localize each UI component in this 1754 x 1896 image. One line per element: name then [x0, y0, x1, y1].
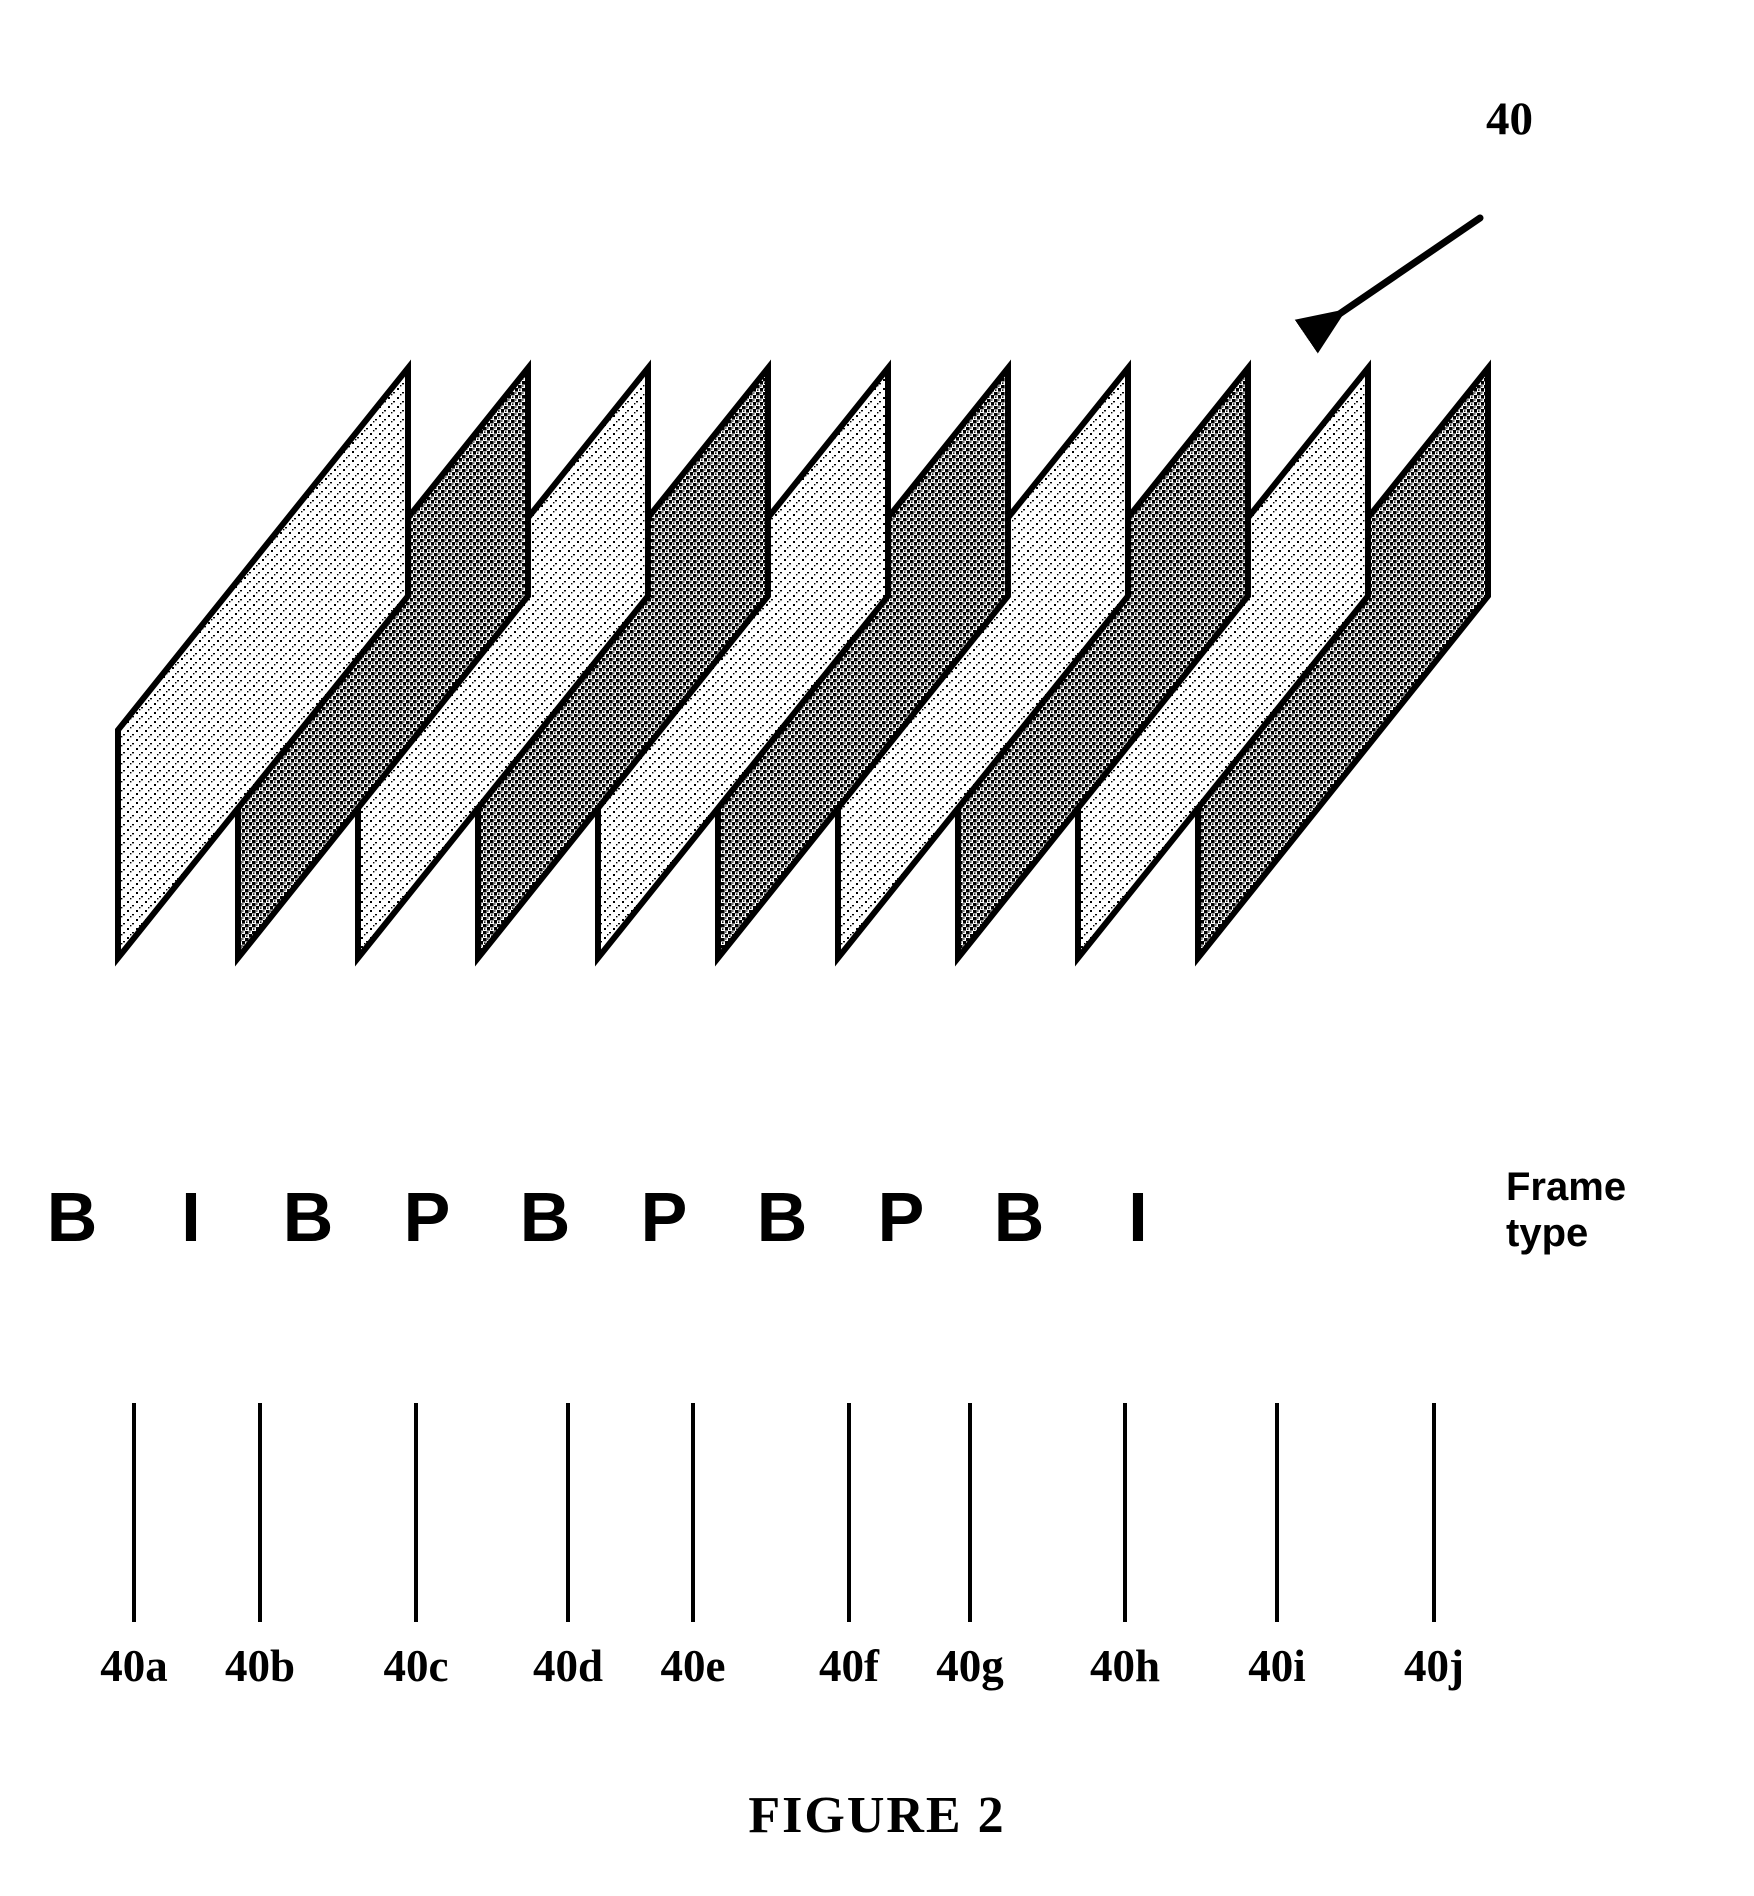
reference-label-40i: 40i	[1248, 1641, 1306, 1691]
reference-label-40a: 40a	[100, 1641, 168, 1691]
frame-panel-stack	[115, 359, 1491, 967]
frame-type-40f: P	[640, 1178, 688, 1256]
patent-figure-2: 40 B I B P B P B P B I Frame type 40a 40…	[0, 0, 1754, 1896]
callout-arrow-40	[1294, 214, 1484, 354]
reference-label-row: 40a 40b 40c 40d 40e 40f 40g 40h 40i 40j	[0, 1638, 1754, 1698]
figure-caption: FIGURE 2	[748, 1787, 1006, 1844]
reference-label-40j: 40j	[1404, 1641, 1464, 1691]
callout-label-40: 40	[1486, 93, 1533, 145]
reference-label-40e: 40e	[660, 1641, 726, 1691]
frame-type-row: B I B P B P B P B I	[0, 1178, 1754, 1256]
frame-type-legend-label: Frame type	[1506, 1165, 1627, 1255]
frame-type-40b: I	[181, 1178, 201, 1256]
frame-type-40i: B	[993, 1178, 1045, 1256]
reference-label-40f: 40f	[819, 1641, 879, 1691]
frame-type-40g: B	[756, 1178, 808, 1256]
frame-type-40a: B	[46, 1178, 98, 1256]
reference-label-40g: 40g	[936, 1641, 1004, 1691]
frame-type-40j: I	[1128, 1178, 1148, 1256]
reference-tick-group	[132, 1403, 1436, 1622]
frame-type-40d: P	[403, 1178, 451, 1256]
frame-type-40h: P	[877, 1178, 925, 1256]
frame-type-40c: B	[282, 1178, 334, 1256]
reference-label-40b: 40b	[224, 1641, 296, 1691]
reference-label-40h: 40h	[1089, 1641, 1161, 1691]
figure-vector-layer	[115, 214, 1491, 1622]
reference-label-40c: 40c	[383, 1641, 449, 1691]
frame-type-40e: B	[519, 1178, 571, 1256]
reference-label-40d: 40d	[532, 1641, 604, 1691]
